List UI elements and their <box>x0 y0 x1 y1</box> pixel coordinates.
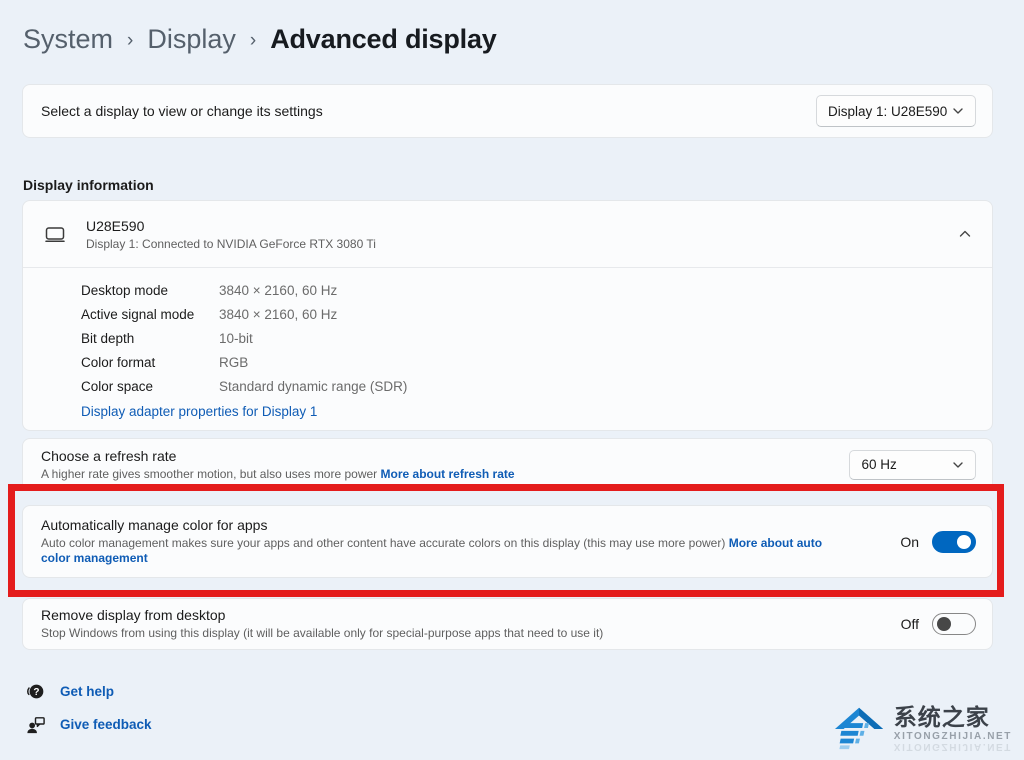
monitor-connection-subtitle: Display 1: Connected to NVIDIA GeForce R… <box>86 237 376 251</box>
watermark: 系统之家 XITONGZHIJIA.NET XITONGZHIJIA.NET <box>833 702 1012 754</box>
refresh-rate-title: Choose a refresh rate <box>41 448 849 464</box>
svg-text:?: ? <box>33 687 39 698</box>
detail-value: 10-bit <box>219 327 253 351</box>
give-feedback-row: Give feedback <box>25 714 152 735</box>
remove-display-toggle[interactable] <box>932 613 976 635</box>
detail-row-color-format: Color format RGB <box>81 351 992 375</box>
auto-color-description: Auto color management makes sure your ap… <box>41 536 853 566</box>
display-select-value: Display 1: U28E590 <box>828 104 947 119</box>
feedback-person-icon <box>25 714 46 735</box>
refresh-rate-dropdown[interactable]: 60 Hz <box>849 450 976 480</box>
chevron-up-icon[interactable] <box>958 227 972 241</box>
remove-display-card: Remove display from desktop Stop Windows… <box>22 598 993 650</box>
detail-row-active-signal-mode: Active signal mode 3840 × 2160, 60 Hz <box>81 303 992 327</box>
refresh-rate-value: 60 Hz <box>861 457 896 472</box>
display-info-expander-header[interactable]: U28E590 Display 1: Connected to NVIDIA G… <box>23 201 992 267</box>
display-adapter-properties-link[interactable]: Display adapter properties for Display 1 <box>81 404 317 419</box>
get-help-link[interactable]: Get help <box>60 684 114 699</box>
auto-color-toggle-label: On <box>900 534 919 550</box>
breadcrumb-separator-icon: › <box>250 27 256 52</box>
monitor-icon <box>43 222 67 246</box>
detail-label: Active signal mode <box>81 303 219 327</box>
detail-row-desktop-mode: Desktop mode 3840 × 2160, 60 Hz <box>81 279 992 303</box>
display-information-card: U28E590 Display 1: Connected to NVIDIA G… <box>22 200 993 431</box>
give-feedback-link[interactable]: Give feedback <box>60 717 152 732</box>
select-display-label: Select a display to view or change its s… <box>41 103 323 119</box>
detail-value: 3840 × 2160, 60 Hz <box>219 279 337 303</box>
detail-value: Standard dynamic range (SDR) <box>219 375 407 399</box>
chevron-down-icon <box>952 459 964 471</box>
remove-display-toggle-label: Off <box>901 616 919 632</box>
display-information-heading: Display information <box>23 177 154 193</box>
detail-label: Color space <box>81 375 219 399</box>
remove-display-title: Remove display from desktop <box>41 607 853 623</box>
detail-label: Bit depth <box>81 327 219 351</box>
breadcrumb-display[interactable]: Display <box>147 24 236 55</box>
detail-value: RGB <box>219 351 248 375</box>
breadcrumb: System › Display › Advanced display <box>23 24 497 55</box>
detail-label: Color format <box>81 351 219 375</box>
breadcrumb-system[interactable]: System <box>23 24 113 55</box>
detail-row-color-space: Color space Standard dynamic range (SDR) <box>81 375 992 399</box>
monitor-name: U28E590 <box>86 218 376 234</box>
watermark-subtitle: XITONGZHIJIA.NET <box>894 731 1012 742</box>
toggle-knob <box>937 617 951 631</box>
detail-label: Desktop mode <box>81 279 219 303</box>
get-help-row: ? Get help <box>25 681 114 702</box>
help-question-icon: ? <box>25 681 46 702</box>
remove-display-description: Stop Windows from using this display (it… <box>41 626 853 641</box>
advanced-display-settings-page: System › Display › Advanced display Sele… <box>0 0 1024 760</box>
watermark-title: 系统之家 <box>894 705 1012 729</box>
watermark-reflection: XITONGZHIJIA.NET <box>894 741 1012 752</box>
display-details-list: Desktop mode 3840 × 2160, 60 Hz Active s… <box>23 268 992 421</box>
chevron-down-icon <box>952 105 964 117</box>
detail-row-bit-depth: Bit depth 10-bit <box>81 327 992 351</box>
refresh-rate-description-text: A higher rate gives smoother motion, but… <box>41 467 377 481</box>
auto-color-description-text: Auto color management makes sure your ap… <box>41 536 725 550</box>
detail-value: 3840 × 2160, 60 Hz <box>219 303 337 327</box>
auto-color-management-card: Automatically manage color for apps Auto… <box>22 505 993 578</box>
toggle-knob <box>957 535 971 549</box>
page-title: Advanced display <box>270 24 496 55</box>
more-about-refresh-rate-link[interactable]: More about refresh rate <box>381 467 515 481</box>
select-display-card: Select a display to view or change its s… <box>22 84 993 138</box>
refresh-rate-description: A higher rate gives smoother motion, but… <box>41 467 849 482</box>
auto-color-toggle[interactable] <box>932 531 976 553</box>
refresh-rate-card: Choose a refresh rate A higher rate give… <box>22 438 993 491</box>
auto-color-title: Automatically manage color for apps <box>41 517 853 533</box>
breadcrumb-separator-icon: › <box>127 27 133 52</box>
display-select-dropdown[interactable]: Display 1: U28E590 <box>816 95 976 127</box>
xitongzhijia-logo-icon <box>833 702 887 754</box>
